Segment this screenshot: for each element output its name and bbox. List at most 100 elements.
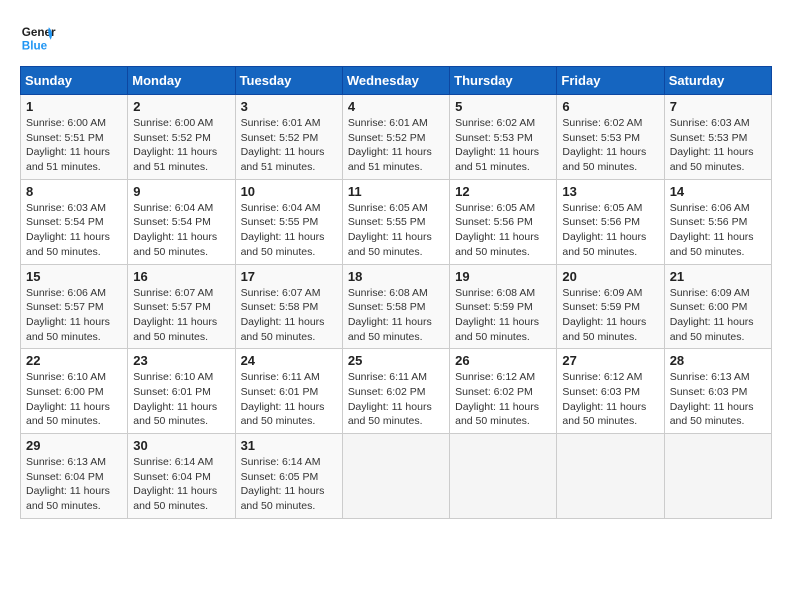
calendar-cell: 20 Sunrise: 6:09 AM Sunset: 5:59 PM Dayl… xyxy=(557,264,664,349)
day-detail: Sunrise: 6:02 AM Sunset: 5:53 PM Dayligh… xyxy=(562,116,658,175)
calendar-cell: 13 Sunrise: 6:05 AM Sunset: 5:56 PM Dayl… xyxy=(557,179,664,264)
calendar-cell xyxy=(557,434,664,519)
calendar-cell: 23 Sunrise: 6:10 AM Sunset: 6:01 PM Dayl… xyxy=(128,349,235,434)
day-number: 23 xyxy=(133,353,229,368)
day-number: 12 xyxy=(455,184,551,199)
day-number: 8 xyxy=(26,184,122,199)
calendar-cell xyxy=(342,434,449,519)
calendar-cell: 24 Sunrise: 6:11 AM Sunset: 6:01 PM Dayl… xyxy=(235,349,342,434)
day-detail: Sunrise: 6:01 AM Sunset: 5:52 PM Dayligh… xyxy=(241,116,337,175)
day-detail: Sunrise: 6:11 AM Sunset: 6:02 PM Dayligh… xyxy=(348,370,444,429)
calendar-cell: 16 Sunrise: 6:07 AM Sunset: 5:57 PM Dayl… xyxy=(128,264,235,349)
day-detail: Sunrise: 6:13 AM Sunset: 6:03 PM Dayligh… xyxy=(670,370,766,429)
day-detail: Sunrise: 6:01 AM Sunset: 5:52 PM Dayligh… xyxy=(348,116,444,175)
week-row-1: 1 Sunrise: 6:00 AM Sunset: 5:51 PM Dayli… xyxy=(21,95,772,180)
day-detail: Sunrise: 6:05 AM Sunset: 5:56 PM Dayligh… xyxy=(455,201,551,260)
logo-icon: General Blue xyxy=(20,20,56,56)
calendar-cell xyxy=(664,434,771,519)
day-detail: Sunrise: 6:00 AM Sunset: 5:51 PM Dayligh… xyxy=(26,116,122,175)
calendar-cell: 9 Sunrise: 6:04 AM Sunset: 5:54 PM Dayli… xyxy=(128,179,235,264)
weekday-header-saturday: Saturday xyxy=(664,67,771,95)
day-number: 15 xyxy=(26,269,122,284)
day-number: 29 xyxy=(26,438,122,453)
day-number: 11 xyxy=(348,184,444,199)
day-number: 7 xyxy=(670,99,766,114)
day-number: 20 xyxy=(562,269,658,284)
calendar-cell: 25 Sunrise: 6:11 AM Sunset: 6:02 PM Dayl… xyxy=(342,349,449,434)
calendar-cell: 27 Sunrise: 6:12 AM Sunset: 6:03 PM Dayl… xyxy=(557,349,664,434)
calendar-cell: 22 Sunrise: 6:10 AM Sunset: 6:00 PM Dayl… xyxy=(21,349,128,434)
calendar-cell: 7 Sunrise: 6:03 AM Sunset: 5:53 PM Dayli… xyxy=(664,95,771,180)
day-number: 25 xyxy=(348,353,444,368)
day-detail: Sunrise: 6:08 AM Sunset: 5:59 PM Dayligh… xyxy=(455,286,551,345)
day-number: 27 xyxy=(562,353,658,368)
calendar-cell: 17 Sunrise: 6:07 AM Sunset: 5:58 PM Dayl… xyxy=(235,264,342,349)
logo: General Blue xyxy=(20,20,56,56)
day-number: 6 xyxy=(562,99,658,114)
calendar-cell: 19 Sunrise: 6:08 AM Sunset: 5:59 PM Dayl… xyxy=(450,264,557,349)
day-number: 1 xyxy=(26,99,122,114)
week-row-3: 15 Sunrise: 6:06 AM Sunset: 5:57 PM Dayl… xyxy=(21,264,772,349)
weekday-header-thursday: Thursday xyxy=(450,67,557,95)
calendar-cell xyxy=(450,434,557,519)
day-detail: Sunrise: 6:04 AM Sunset: 5:55 PM Dayligh… xyxy=(241,201,337,260)
calendar-cell: 28 Sunrise: 6:13 AM Sunset: 6:03 PM Dayl… xyxy=(664,349,771,434)
day-number: 14 xyxy=(670,184,766,199)
calendar-cell: 31 Sunrise: 6:14 AM Sunset: 6:05 PM Dayl… xyxy=(235,434,342,519)
day-detail: Sunrise: 6:14 AM Sunset: 6:04 PM Dayligh… xyxy=(133,455,229,514)
calendar-cell: 21 Sunrise: 6:09 AM Sunset: 6:00 PM Dayl… xyxy=(664,264,771,349)
day-detail: Sunrise: 6:09 AM Sunset: 6:00 PM Dayligh… xyxy=(670,286,766,345)
day-number: 30 xyxy=(133,438,229,453)
calendar-cell: 2 Sunrise: 6:00 AM Sunset: 5:52 PM Dayli… xyxy=(128,95,235,180)
calendar-cell: 30 Sunrise: 6:14 AM Sunset: 6:04 PM Dayl… xyxy=(128,434,235,519)
day-number: 19 xyxy=(455,269,551,284)
day-number: 5 xyxy=(455,99,551,114)
calendar-cell: 26 Sunrise: 6:12 AM Sunset: 6:02 PM Dayl… xyxy=(450,349,557,434)
week-row-5: 29 Sunrise: 6:13 AM Sunset: 6:04 PM Dayl… xyxy=(21,434,772,519)
calendar-cell: 1 Sunrise: 6:00 AM Sunset: 5:51 PM Dayli… xyxy=(21,95,128,180)
day-detail: Sunrise: 6:03 AM Sunset: 5:53 PM Dayligh… xyxy=(670,116,766,175)
day-number: 13 xyxy=(562,184,658,199)
day-detail: Sunrise: 6:14 AM Sunset: 6:05 PM Dayligh… xyxy=(241,455,337,514)
calendar-table: SundayMondayTuesdayWednesdayThursdayFrid… xyxy=(20,66,772,519)
day-detail: Sunrise: 6:05 AM Sunset: 5:55 PM Dayligh… xyxy=(348,201,444,260)
day-detail: Sunrise: 6:08 AM Sunset: 5:58 PM Dayligh… xyxy=(348,286,444,345)
day-number: 4 xyxy=(348,99,444,114)
day-number: 24 xyxy=(241,353,337,368)
day-detail: Sunrise: 6:07 AM Sunset: 5:57 PM Dayligh… xyxy=(133,286,229,345)
day-detail: Sunrise: 6:00 AM Sunset: 5:52 PM Dayligh… xyxy=(133,116,229,175)
weekday-header-wednesday: Wednesday xyxy=(342,67,449,95)
day-detail: Sunrise: 6:09 AM Sunset: 5:59 PM Dayligh… xyxy=(562,286,658,345)
calendar-cell: 8 Sunrise: 6:03 AM Sunset: 5:54 PM Dayli… xyxy=(21,179,128,264)
day-detail: Sunrise: 6:07 AM Sunset: 5:58 PM Dayligh… xyxy=(241,286,337,345)
day-number: 17 xyxy=(241,269,337,284)
weekday-header-monday: Monday xyxy=(128,67,235,95)
day-detail: Sunrise: 6:06 AM Sunset: 5:57 PM Dayligh… xyxy=(26,286,122,345)
day-number: 9 xyxy=(133,184,229,199)
day-detail: Sunrise: 6:03 AM Sunset: 5:54 PM Dayligh… xyxy=(26,201,122,260)
day-number: 22 xyxy=(26,353,122,368)
day-detail: Sunrise: 6:10 AM Sunset: 6:01 PM Dayligh… xyxy=(133,370,229,429)
day-detail: Sunrise: 6:12 AM Sunset: 6:03 PM Dayligh… xyxy=(562,370,658,429)
day-number: 26 xyxy=(455,353,551,368)
day-detail: Sunrise: 6:06 AM Sunset: 5:56 PM Dayligh… xyxy=(670,201,766,260)
day-number: 31 xyxy=(241,438,337,453)
day-detail: Sunrise: 6:12 AM Sunset: 6:02 PM Dayligh… xyxy=(455,370,551,429)
calendar-cell: 12 Sunrise: 6:05 AM Sunset: 5:56 PM Dayl… xyxy=(450,179,557,264)
day-number: 18 xyxy=(348,269,444,284)
calendar-cell: 6 Sunrise: 6:02 AM Sunset: 5:53 PM Dayli… xyxy=(557,95,664,180)
week-row-2: 8 Sunrise: 6:03 AM Sunset: 5:54 PM Dayli… xyxy=(21,179,772,264)
day-number: 10 xyxy=(241,184,337,199)
day-detail: Sunrise: 6:05 AM Sunset: 5:56 PM Dayligh… xyxy=(562,201,658,260)
calendar-cell: 4 Sunrise: 6:01 AM Sunset: 5:52 PM Dayli… xyxy=(342,95,449,180)
calendar-cell: 11 Sunrise: 6:05 AM Sunset: 5:55 PM Dayl… xyxy=(342,179,449,264)
calendar-cell: 29 Sunrise: 6:13 AM Sunset: 6:04 PM Dayl… xyxy=(21,434,128,519)
calendar-header-row: SundayMondayTuesdayWednesdayThursdayFrid… xyxy=(21,67,772,95)
day-number: 28 xyxy=(670,353,766,368)
day-number: 16 xyxy=(133,269,229,284)
calendar-cell: 5 Sunrise: 6:02 AM Sunset: 5:53 PM Dayli… xyxy=(450,95,557,180)
day-detail: Sunrise: 6:04 AM Sunset: 5:54 PM Dayligh… xyxy=(133,201,229,260)
calendar-cell: 3 Sunrise: 6:01 AM Sunset: 5:52 PM Dayli… xyxy=(235,95,342,180)
day-number: 21 xyxy=(670,269,766,284)
day-number: 2 xyxy=(133,99,229,114)
